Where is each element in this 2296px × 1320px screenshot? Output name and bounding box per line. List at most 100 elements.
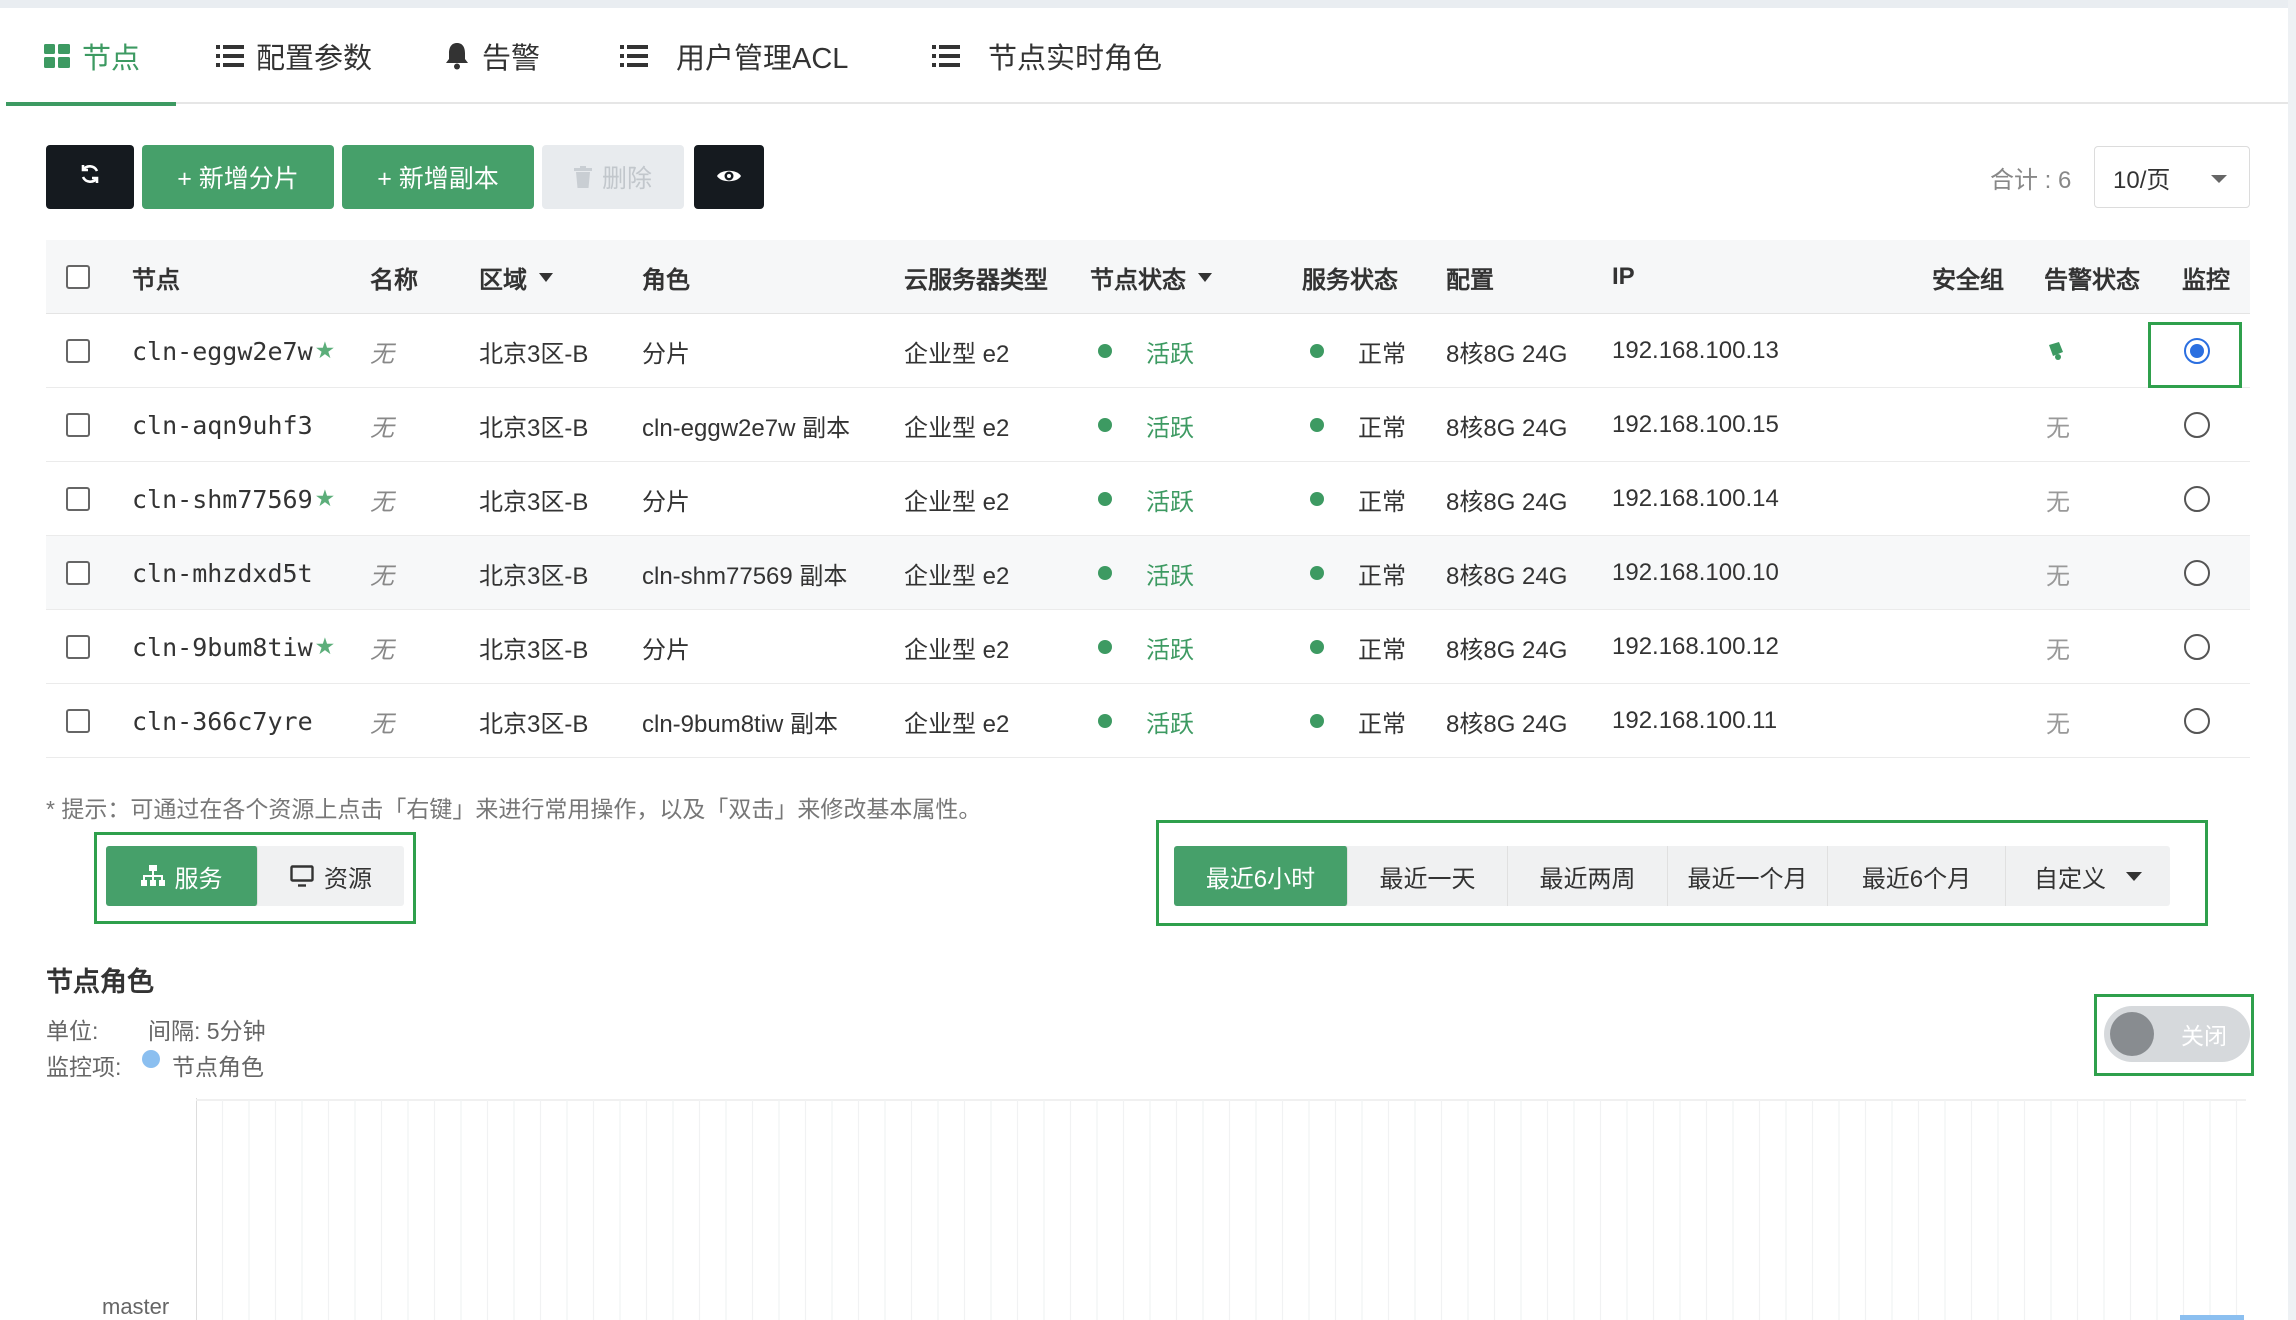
role-cell: 分片 xyxy=(642,488,690,516)
toggle-knob xyxy=(2110,1012,2154,1056)
time-range-6m[interactable]: 最近6个月 xyxy=(1828,846,2006,906)
table-row[interactable]: cln-366c7yre 无 北京3区-B cln-9bum8tiw 副本 企业型 e2… xyxy=(46,684,2250,758)
node-status-dot xyxy=(1098,566,1112,580)
region-cell: 北京3区-B xyxy=(479,710,589,738)
role-cell: cln-shm77569 副本 xyxy=(642,562,848,590)
node-id-cell[interactable]: cln-shm77569 ★ xyxy=(132,462,335,536)
tab-label: 用户管理ACL xyxy=(676,43,849,75)
monitor-radio[interactable] xyxy=(2184,560,2210,586)
col-server-type: 云服务器类型 xyxy=(904,266,1048,294)
monitor-highlight-box xyxy=(2148,322,2242,388)
name-cell: 无 xyxy=(370,710,394,738)
name-cell: 无 xyxy=(370,414,394,442)
node-status-cell: 活跃 xyxy=(1146,340,1194,368)
monitor-radio[interactable] xyxy=(2184,708,2210,734)
alarm-status-cell: 无 xyxy=(2046,710,2070,738)
row-checkbox[interactable] xyxy=(66,635,90,659)
monitor-toggle[interactable]: 关闭 xyxy=(2104,1006,2250,1062)
name-cell: 无 xyxy=(370,562,394,590)
node-status-cell: 活跃 xyxy=(1146,562,1194,590)
toggle-label: 关闭 xyxy=(2181,1023,2227,1049)
refresh-button[interactable] xyxy=(46,145,134,209)
list-icon xyxy=(216,45,244,67)
service-status-dot xyxy=(1310,566,1324,580)
grid-icon xyxy=(44,44,70,68)
node-status-cell: 活跃 xyxy=(1146,414,1194,442)
time-range-6h[interactable]: 最近6小时 xyxy=(1174,846,1348,906)
alarm-status-cell: 无 xyxy=(2046,488,2070,516)
monitor-radio[interactable] xyxy=(2184,412,2210,438)
col-node-status[interactable]: 节点状态 xyxy=(1090,240,1212,314)
service-status-dot xyxy=(1310,344,1324,358)
page-size-select[interactable]: 10/页 xyxy=(2094,146,2250,208)
tab-config-params[interactable]: 配置参数 xyxy=(216,8,372,104)
row-checkbox[interactable] xyxy=(66,339,90,363)
row-checkbox[interactable] xyxy=(66,561,90,585)
ip-cell: 192.168.100.14 xyxy=(1612,485,1779,512)
delete-label: 删除 xyxy=(601,165,652,193)
col-region[interactable]: 区域 xyxy=(479,240,553,314)
trash-icon xyxy=(573,166,592,188)
node-status-dot xyxy=(1098,344,1112,358)
view-resource-button[interactable]: 资源 xyxy=(258,846,404,906)
alarm-status-cell: 无 xyxy=(2046,636,2070,664)
service-status-dot xyxy=(1310,640,1324,654)
time-range-1m[interactable]: 最近一个月 xyxy=(1668,846,1828,906)
table-row[interactable]: cln-aqn9uhf3 无 北京3区-B cln-eggw2e7w 副本 企业型 e2… xyxy=(46,388,2250,462)
table-row[interactable]: cln-9bum8tiw ★ 无 北京3区-B 分片 企业型 e2 活跃 正常 8核8G 24G… xyxy=(46,610,2250,684)
name-cell: 无 xyxy=(370,636,394,664)
row-checkbox[interactable] xyxy=(66,709,90,733)
table-row[interactable]: cln-shm77569 ★ 无 北京3区-B 分片 企业型 e2 活跃 正常 8核8G 24G… xyxy=(46,462,2250,536)
node-id-cell[interactable]: cln-366c7yre xyxy=(132,684,313,758)
nodes-table: 节点 名称 区域 角色 云服务器类型 节点状态 服务状态 配置 IP 安全组 告… xyxy=(46,240,2250,758)
tab-user-acl[interactable]: 用户管理ACL xyxy=(620,8,848,104)
row-checkbox[interactable] xyxy=(66,487,90,511)
table-row[interactable]: cln-eggw2e7w ★ 无 北京3区-B 分片 企业型 e2 活跃 正常 8核8G 24G… xyxy=(46,314,2250,388)
monitor-radio[interactable] xyxy=(2184,486,2210,512)
delete-button[interactable]: 删除 xyxy=(542,145,684,209)
col-ip: IP xyxy=(1612,263,1635,290)
tab-nodes[interactable]: 节点 xyxy=(44,8,140,104)
role-cell: cln-9bum8tiw 副本 xyxy=(642,710,839,738)
node-id-cell[interactable]: cln-aqn9uhf3 xyxy=(132,388,313,462)
col-security-group: 安全组 xyxy=(1932,266,2004,294)
hint-text: * 提示：可通过在各个资源上点击「右键」来进行常用操作，以及「双击」来修改基本属… xyxy=(46,796,982,822)
add-shard-button[interactable]: + 新增分片 xyxy=(142,145,334,209)
table-row[interactable]: cln-mhzdxd5t 无 北京3区-B cln-shm77569 副本 企业型 e2… xyxy=(46,536,2250,610)
node-id-cell[interactable]: cln-9bum8tiw ★ xyxy=(132,610,335,684)
time-range-custom[interactable]: 自定义 xyxy=(2006,846,2170,906)
name-cell: 无 xyxy=(370,340,394,368)
time-range-2w[interactable]: 最近两周 xyxy=(1508,846,1668,906)
region-cell: 北京3区-B xyxy=(479,562,589,590)
tab-alerts[interactable]: 告警 xyxy=(444,8,540,104)
right-scroll-gutter xyxy=(2288,0,2296,1320)
node-id-cell[interactable]: cln-mhzdxd5t xyxy=(132,536,313,610)
server-type-cell: 企业型 e2 xyxy=(904,636,1010,664)
role-chart xyxy=(196,1098,2246,1320)
service-status-dot xyxy=(1310,714,1324,728)
primary-star-icon: ★ xyxy=(314,634,336,660)
toggle-view-button[interactable] xyxy=(694,145,764,209)
alarm-bell-icon[interactable] xyxy=(2046,314,2066,388)
config-cell: 8核8G 24G xyxy=(1446,488,1568,516)
ip-cell: 192.168.100.15 xyxy=(1612,411,1779,438)
select-all-checkbox[interactable] xyxy=(66,265,90,289)
time-range-selector: 最近6小时 最近一天 最近两周 最近一个月 最近6个月 自定义 xyxy=(1174,846,2170,906)
service-status-dot xyxy=(1310,418,1324,432)
table-header: 节点 名称 区域 角色 云服务器类型 节点状态 服务状态 配置 IP 安全组 告… xyxy=(46,240,2250,314)
filter-caret-icon xyxy=(1198,272,1212,282)
row-checkbox[interactable] xyxy=(66,413,90,437)
list-icon xyxy=(932,45,960,67)
config-cell: 8核8G 24G xyxy=(1446,414,1568,442)
view-service-button[interactable]: 服务 xyxy=(106,846,258,906)
alarm-status-cell: 无 xyxy=(2046,414,2070,442)
bell-icon xyxy=(444,42,470,70)
node-id-cell[interactable]: cln-eggw2e7w ★ xyxy=(132,314,335,388)
col-config: 配置 xyxy=(1446,266,1494,294)
node-status-cell: 活跃 xyxy=(1146,710,1194,738)
time-range-1d[interactable]: 最近一天 xyxy=(1348,846,1508,906)
add-replica-button[interactable]: + 新增副本 xyxy=(342,145,534,209)
tab-realtime-role[interactable]: 节点实时角色 xyxy=(932,8,1162,104)
service-status-cell: 正常 xyxy=(1358,340,1406,368)
monitor-radio[interactable] xyxy=(2184,634,2210,660)
